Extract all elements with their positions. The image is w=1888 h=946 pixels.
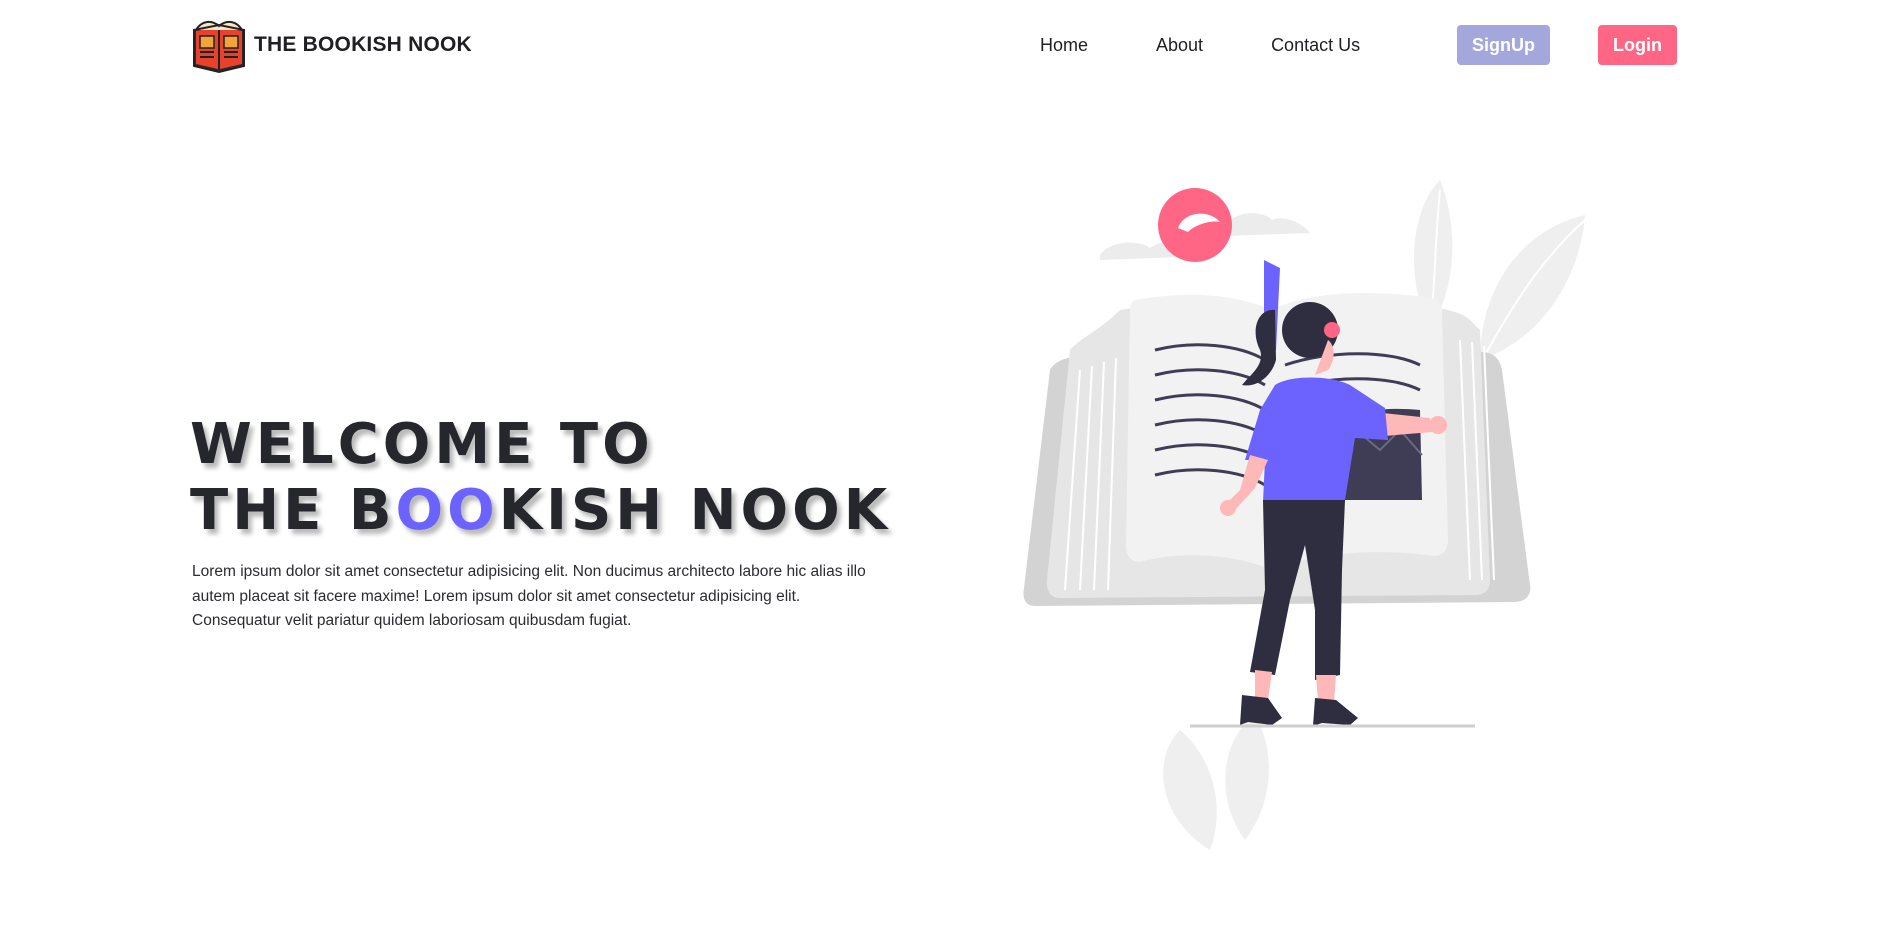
hero-title-line2-start: THE B [190,478,396,543]
nav-link-about[interactable]: About [1156,26,1203,64]
woman-reading-book-illustration [1023,180,1586,850]
nav-links: Home About Contact Us [1040,26,1428,64]
hero-title-line2-end: KISH NOOK [498,478,892,543]
navbar: THE BOOKISH NOOK Home About Contact Us S… [0,0,1888,90]
signup-button[interactable]: SignUp [1457,25,1550,65]
brand-name: THE BOOKISH NOOK [254,33,472,56]
hero-title: WELCOME TO THE BOOKISH NOOK [190,412,891,544]
hero-title-line1: WELCOME TO [190,412,654,477]
login-button[interactable]: Login [1598,25,1677,65]
hero-title-accent: OO [395,478,499,543]
brand-link[interactable]: THE BOOKISH NOOK [190,16,472,74]
nav-link-contact[interactable]: Contact Us [1271,26,1360,64]
hero-description: Lorem ipsum dolor sit amet consectetur a… [192,563,866,629]
nav-link-home[interactable]: Home [1040,26,1088,64]
open-book-logo-icon [193,20,245,74]
page: THE BOOKISH NOOK Home About Contact Us S… [0,0,1888,946]
hero-title-line2: THE BOOKISH NOOK [190,478,891,544]
